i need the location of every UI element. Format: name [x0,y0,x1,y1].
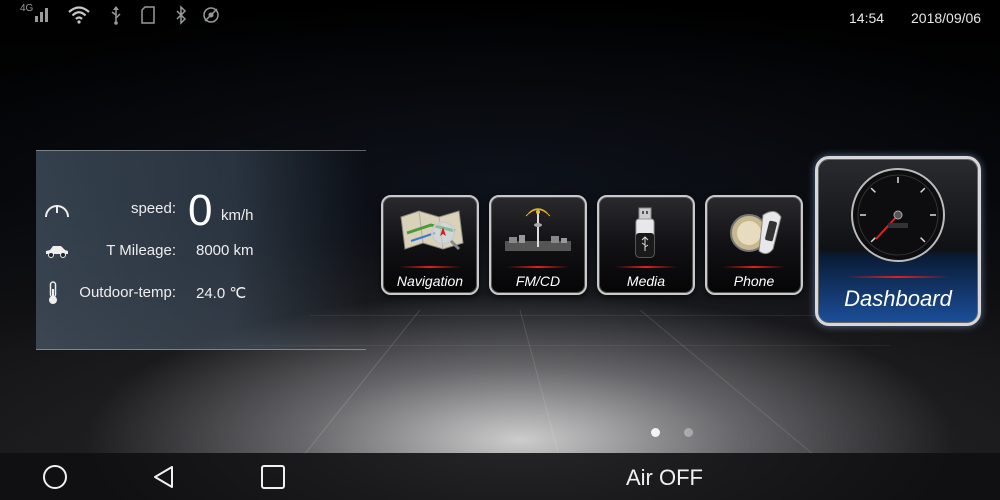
tile-accent-line [399,266,461,268]
sd-card-icon [141,6,155,24]
tile-accent-line [846,276,950,278]
usb-icon [111,6,121,25]
app-label: Dashboard [844,286,952,311]
app-tile-dashboard[interactable]: Dashboard [815,156,981,326]
recents-square-icon[interactable] [257,461,289,493]
radio-tower-icon [505,208,571,251]
app-tile-navigation[interactable]: Navigation [381,195,479,295]
back-triangle-icon[interactable] [148,461,180,493]
air-status-button[interactable]: Air OFF [626,465,703,491]
status-date: 2018/09/06 [911,10,982,26]
temperature-row: Outdoor-temp: 24.0 ℃ [36,278,366,308]
app-label: FM/CD [515,273,561,289]
thermometer-icon [46,281,60,304]
mileage-label: T Mileage: [106,242,176,259]
app-label: Navigation [396,273,464,289]
home-screen: 4G 14:54 2018/09/06 speed: 0 km/h T Mile… [0,0,1000,500]
car-icon [42,240,72,262]
app-label: Phone [733,273,775,289]
no-gps-icon [203,7,219,23]
temperature-label: Outdoor-temp: [79,284,176,301]
speedometer-icon [851,168,945,262]
navigation-bar: Air OFF [0,453,1000,500]
speed-label: speed: [130,200,176,217]
tile-accent-line [615,266,677,268]
phone-icon [730,211,782,255]
mileage-value: 8000 km [196,242,254,259]
status-time: 14:54 [849,10,885,26]
vehicle-info-panel: speed: 0 km/h T Mileage: 8000 km Outdoor… [36,150,366,350]
usb-drive-icon [635,207,655,258]
network-type-label: 4G [20,3,34,14]
wifi-icon [68,6,90,24]
speedometer-icon [42,198,72,220]
signal-icon [35,8,48,22]
speed-row: speed: 0 km/h [36,186,366,235]
tile-accent-line [507,266,569,268]
tile-accent-line [723,266,785,268]
app-tile-fm-cd[interactable]: FM/CD [489,195,587,295]
page-dot[interactable] [684,428,693,437]
app-tile-media[interactable]: Media [597,195,695,295]
speed-value: 0 [188,186,213,235]
speed-unit: km/h [221,207,254,224]
map-icon [400,210,464,251]
app-tile-phone[interactable]: Phone [705,195,803,295]
mileage-row: T Mileage: 8000 km [36,236,366,266]
home-circle-icon[interactable] [39,461,71,493]
app-label: Media [626,273,666,289]
status-bar: 4G 14:54 2018/09/06 [0,0,1000,34]
temperature-value: 24.0 ℃ [196,285,247,302]
bluetooth-icon [176,5,187,25]
page-dot-active[interactable] [651,428,660,437]
